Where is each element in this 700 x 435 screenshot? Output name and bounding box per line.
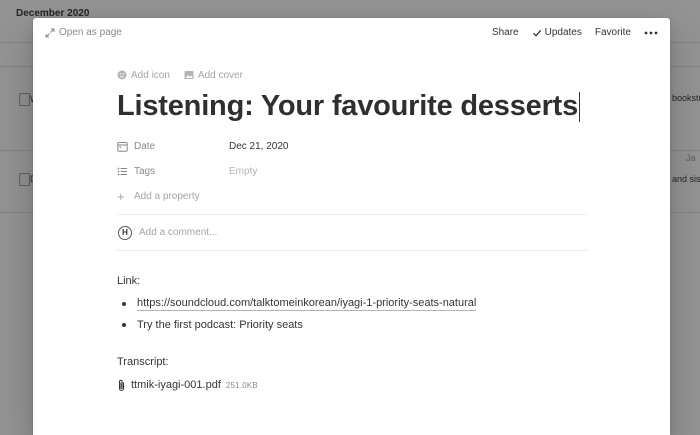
list-item: Try the first podcast: Priority seats [117,314,587,335]
updates-button[interactable]: Updates [532,27,582,38]
share-label: Share [491,27,519,38]
add-cover-label: Add cover [197,69,243,81]
more-dots-icon [644,31,658,34]
smiley-icon [117,70,127,80]
file-name: ttmik-iyagi-001.pdf [131,379,221,391]
page-peek-modal: Open as page Share Updates Favorite Add … [33,18,670,435]
add-icon-label: Add icon [131,69,170,81]
property-tags[interactable]: Tags Empty [117,159,587,184]
plus-icon: + [117,188,125,204]
add-property-label: Add a property [134,191,200,202]
user-avatar: H [118,225,132,240]
page-content: Add icon Add cover Listening: Your favou… [117,68,587,393]
bullet-dot [122,322,126,327]
property-date[interactable]: Date Dec 21, 2020 [117,134,587,159]
property-value[interactable]: Dec 21, 2020 [229,141,289,152]
list-item: https://soundcloud.com/talktomeinkorean/… [117,293,587,314]
properties-list: Date Dec 21, 2020 Tags Empty + Add a pro… [117,134,587,209]
bullet-list: https://soundcloud.com/talktomeinkorean/… [117,293,587,335]
link-label: Link: [117,275,141,287]
comment-input[interactable]: H Add a comment... [117,215,587,250]
divider [117,250,587,251]
page-controls: Add icon Add cover [117,68,587,82]
file-attachment[interactable]: ttmik-iyagi-001.pdf 251.0KB [117,377,587,393]
property-name: Tags [134,166,156,177]
expand-icon [45,28,55,37]
calendar-icon [117,142,128,152]
modal-topbar: Open as page Share Updates Favorite [33,18,670,48]
open-as-page-label: Open as page [59,27,122,38]
favorite-button[interactable]: Favorite [595,27,631,38]
list-item-text: Try the first podcast: Priority seats [137,318,303,331]
list-icon [117,167,127,176]
comment-placeholder: Add a comment... [139,227,218,238]
updates-label: Updates [544,27,582,38]
soundcloud-link[interactable]: https://soundcloud.com/talktomeinkorean/… [137,297,477,311]
open-as-page-button[interactable]: Open as page [45,27,122,38]
favorite-label: Favorite [594,27,631,38]
page-title: Listening: Your favourite desserts [117,90,579,122]
bullet-dot [122,301,126,306]
more-options-button[interactable] [644,28,658,38]
add-property-button[interactable]: + Add a property [117,184,587,209]
share-button[interactable]: Share [492,27,519,38]
text-cursor [579,92,581,123]
file-size: 251.0KB [225,380,258,390]
property-value-empty[interactable]: Empty [229,166,257,177]
add-cover-button[interactable]: Add cover [184,70,243,81]
check-icon [532,29,541,37]
image-icon [184,71,194,79]
page-title-editor[interactable]: Listening: Your favourite desserts [117,89,587,123]
paperclip-icon [119,379,124,391]
add-icon-button[interactable]: Add icon [117,70,170,81]
property-name: Date [134,141,156,152]
transcript-label: Transcript: [117,356,169,368]
